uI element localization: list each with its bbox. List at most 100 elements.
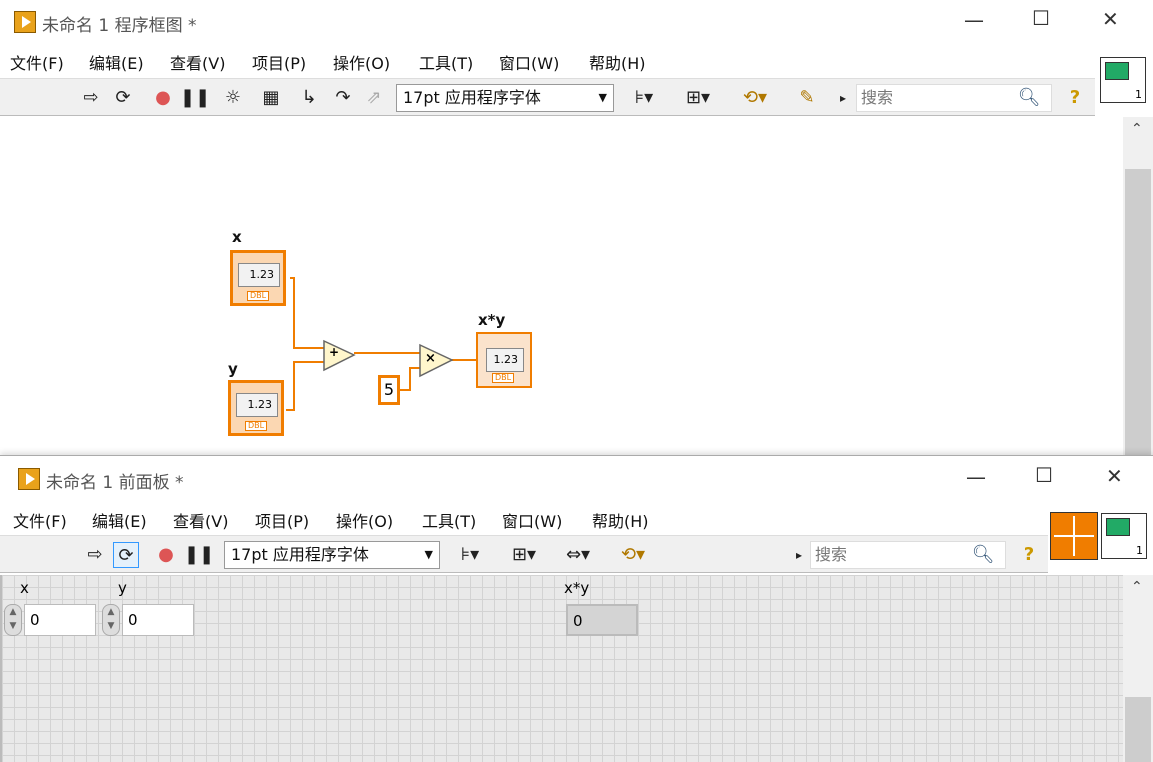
y-terminal-value: 1.23 — [236, 393, 278, 417]
run-continuously-icon[interactable]: ⟳ — [113, 542, 139, 568]
font-select[interactable]: 17pt 应用程序字体 ▼ — [396, 84, 614, 112]
x-terminal-value: 1.23 — [238, 263, 280, 287]
multiply-symbol: × — [425, 351, 436, 366]
menu-window[interactable]: 窗口(W) — [502, 508, 562, 532]
step-out-icon[interactable]: ⇗ — [361, 85, 387, 111]
search-expand-icon[interactable]: ▸ — [792, 542, 806, 568]
clean-up-diagram-icon[interactable]: ✎ — [790, 85, 824, 111]
connector-number: 1 — [1135, 88, 1142, 101]
maximize-icon[interactable]: ☐ — [1032, 6, 1050, 30]
run-arrow-icon[interactable]: ⇨ — [82, 542, 108, 568]
align-objects-icon[interactable]: ⊧▾ — [452, 542, 488, 568]
x-value-field[interactable]: 0 — [24, 604, 96, 636]
menu-edit[interactable]: 编辑(E) — [92, 508, 147, 532]
close-icon[interactable]: ✕ — [1102, 7, 1119, 31]
y-control-label: y — [118, 579, 127, 597]
diagram-menubar: 文件(F) 编辑(E) 查看(V) 项目(P) 操作(O) 工具(T) 窗口(W… — [0, 44, 1153, 76]
menu-window[interactable]: 窗口(W) — [499, 50, 559, 74]
vi-icon[interactable]: 1 — [1101, 513, 1147, 559]
search-icon[interactable]: 🔍︎ — [970, 542, 996, 568]
vi-icon-graphic — [1106, 518, 1130, 536]
font-select[interactable]: 17pt 应用程序字体 ▼ — [224, 541, 440, 569]
y-numeric-control[interactable]: ▲ ▼ 0 — [102, 602, 196, 636]
xy-numeric-indicator: 0 — [546, 602, 642, 636]
numeric-constant[interactable]: 5 — [378, 375, 400, 405]
y-value-field[interactable]: 0 — [122, 604, 194, 636]
menu-help[interactable]: 帮助(H) — [589, 50, 646, 74]
connector-pane-pattern[interactable] — [1050, 512, 1098, 560]
xy-value-field: 0 — [566, 604, 638, 636]
scroll-up-icon[interactable]: ⌃ — [1131, 579, 1143, 595]
menu-edit[interactable]: 编辑(E) — [89, 50, 144, 74]
connector-pane-icon[interactable]: 1 — [1100, 57, 1146, 103]
xy-type-tag: DBL — [492, 373, 514, 383]
xy-terminal-label: x*y — [478, 311, 506, 329]
menu-project[interactable]: 项目(P) — [255, 508, 309, 532]
minimize-icon[interactable]: — — [964, 8, 984, 32]
abort-icon[interactable]: ● — [150, 85, 176, 111]
pause-icon[interactable]: ❚❚ — [184, 542, 214, 568]
diagram-vertical-scrollbar[interactable]: ⌃ — [1123, 117, 1153, 457]
connector-number: 1 — [1136, 544, 1143, 557]
retain-wire-values-icon[interactable]: ▦ — [258, 85, 284, 111]
font-select-value: 17pt 应用程序字体 — [231, 545, 369, 564]
align-objects-icon[interactable]: ⊧▾ — [626, 85, 662, 111]
add-symbol: + — [329, 345, 340, 359]
help-icon[interactable]: ? — [1062, 85, 1088, 111]
y-type-tag: DBL — [245, 421, 267, 431]
diagram-window-title: 未命名 1 程序框图 * — [42, 16, 197, 36]
vi-icon-graphic — [1105, 62, 1129, 80]
resize-objects-icon[interactable]: ⇔▾ — [560, 542, 596, 568]
y-terminal-label: y — [228, 360, 238, 378]
y-control-terminal[interactable]: 1.23 DBL — [228, 380, 284, 436]
step-over-icon[interactable]: ↷ — [330, 85, 356, 111]
menu-tools[interactable]: 工具(T) — [419, 50, 473, 74]
step-into-icon[interactable]: ↳ — [296, 85, 322, 111]
increment-decrement-icon[interactable]: ▲ ▼ — [102, 604, 120, 636]
highlight-execution-icon[interactable]: ☼ — [220, 85, 246, 111]
menu-file[interactable]: 文件(F) — [10, 50, 64, 74]
maximize-icon[interactable]: ☐ — [1035, 463, 1053, 487]
menu-file[interactable]: 文件(F) — [13, 508, 67, 532]
increment-decrement-icon[interactable]: ▲ ▼ — [4, 604, 22, 636]
distribute-objects-icon[interactable]: ⊞▾ — [506, 542, 542, 568]
menu-project[interactable]: 项目(P) — [252, 50, 306, 74]
panel-menubar: 文件(F) 编辑(E) 查看(V) 项目(P) 操作(O) 工具(T) 窗口(W… — [0, 502, 1045, 534]
menu-view[interactable]: 查看(V) — [170, 50, 225, 74]
panel-vertical-scrollbar[interactable]: ⌃ — [1123, 575, 1153, 762]
abort-icon[interactable]: ● — [153, 542, 179, 568]
xy-terminal-value: 1.23 — [486, 348, 524, 372]
diagram-titlebar: 未命名 1 程序框图 * — ☐ ✕ — [0, 0, 1153, 44]
reorder-icon[interactable]: ⟲▾ — [614, 542, 652, 568]
x-control-terminal[interactable]: 1.23 DBL — [230, 250, 286, 306]
minimize-icon[interactable]: — — [966, 465, 986, 489]
search-expand-icon[interactable]: ▸ — [836, 85, 850, 111]
labview-vi-icon — [18, 468, 40, 490]
reorder-icon[interactable]: ⟲▾ — [736, 85, 774, 111]
menu-tools[interactable]: 工具(T) — [422, 508, 476, 532]
pause-icon[interactable]: ❚❚ — [180, 85, 210, 111]
run-arrow-icon[interactable]: ⇨ — [78, 85, 104, 111]
scroll-up-icon[interactable]: ⌃ — [1131, 121, 1143, 137]
block-diagram-canvas[interactable] — [0, 117, 1123, 457]
labview-vi-icon — [14, 11, 36, 33]
menu-help[interactable]: 帮助(H) — [592, 508, 649, 532]
distribute-objects-icon[interactable]: ⊞▾ — [680, 85, 716, 111]
menu-view[interactable]: 查看(V) — [173, 508, 228, 532]
scroll-thumb[interactable] — [1125, 169, 1151, 457]
menu-operate[interactable]: 操作(O) — [333, 50, 390, 74]
close-icon[interactable]: ✕ — [1106, 464, 1123, 488]
search-placeholder: 搜索 — [861, 88, 894, 107]
xy-indicator-terminal[interactable]: 1.23 DBL — [476, 332, 532, 388]
x-control-label: x — [20, 579, 29, 597]
search-icon[interactable]: 🔍︎ — [1016, 85, 1042, 111]
font-select-value: 17pt 应用程序字体 — [403, 88, 541, 107]
help-icon[interactable]: ? — [1016, 542, 1042, 568]
x-numeric-control[interactable]: ▲ ▼ 0 — [4, 602, 98, 636]
scroll-thumb[interactable] — [1125, 697, 1151, 762]
run-continuously-icon[interactable]: ⟳ — [110, 85, 136, 111]
dropdown-arrow-icon: ▼ — [424, 548, 433, 561]
search-placeholder: 搜索 — [815, 545, 848, 564]
panel-titlebar: 未命名 1 前面板 * — ☐ ✕ — [0, 457, 1153, 501]
menu-operate[interactable]: 操作(O) — [336, 508, 393, 532]
